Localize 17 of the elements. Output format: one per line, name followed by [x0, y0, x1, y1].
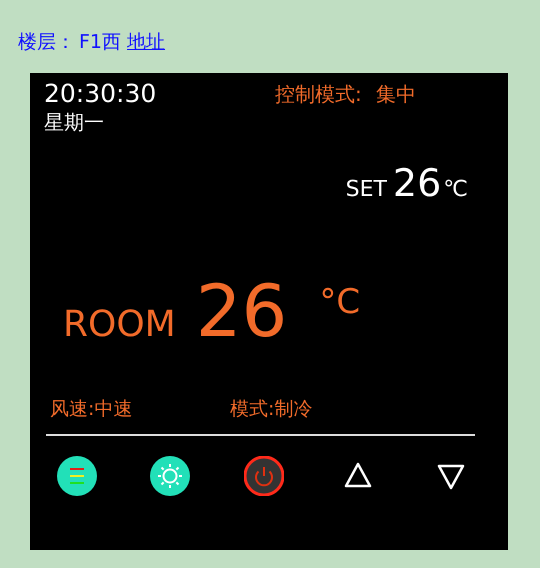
- power-icon[interactable]: [244, 456, 284, 496]
- clock-time: 20:30:30: [44, 80, 158, 108]
- weekday: 星期一: [43, 109, 105, 135]
- address-link[interactable]: 地址: [127, 31, 166, 53]
- room-temperature: 26: [196, 268, 288, 355]
- mode-label: 模式:制冷: [230, 397, 312, 422]
- control-mode-value: 集中: [376, 81, 416, 108]
- floor-value: F1西: [79, 31, 122, 53]
- set-temperature: 26: [392, 160, 442, 207]
- fan-speed-label: 风速:中速: [50, 397, 134, 422]
- control-mode-label: 控制模式:: [275, 81, 362, 108]
- sun-icon[interactable]: [150, 456, 190, 496]
- set-unit: ℃: [443, 176, 468, 204]
- room-unit: °C: [319, 280, 360, 324]
- set-label: SET: [346, 176, 387, 204]
- room-label: ROOM: [63, 303, 176, 347]
- floor-label: 楼层：: [18, 31, 75, 53]
